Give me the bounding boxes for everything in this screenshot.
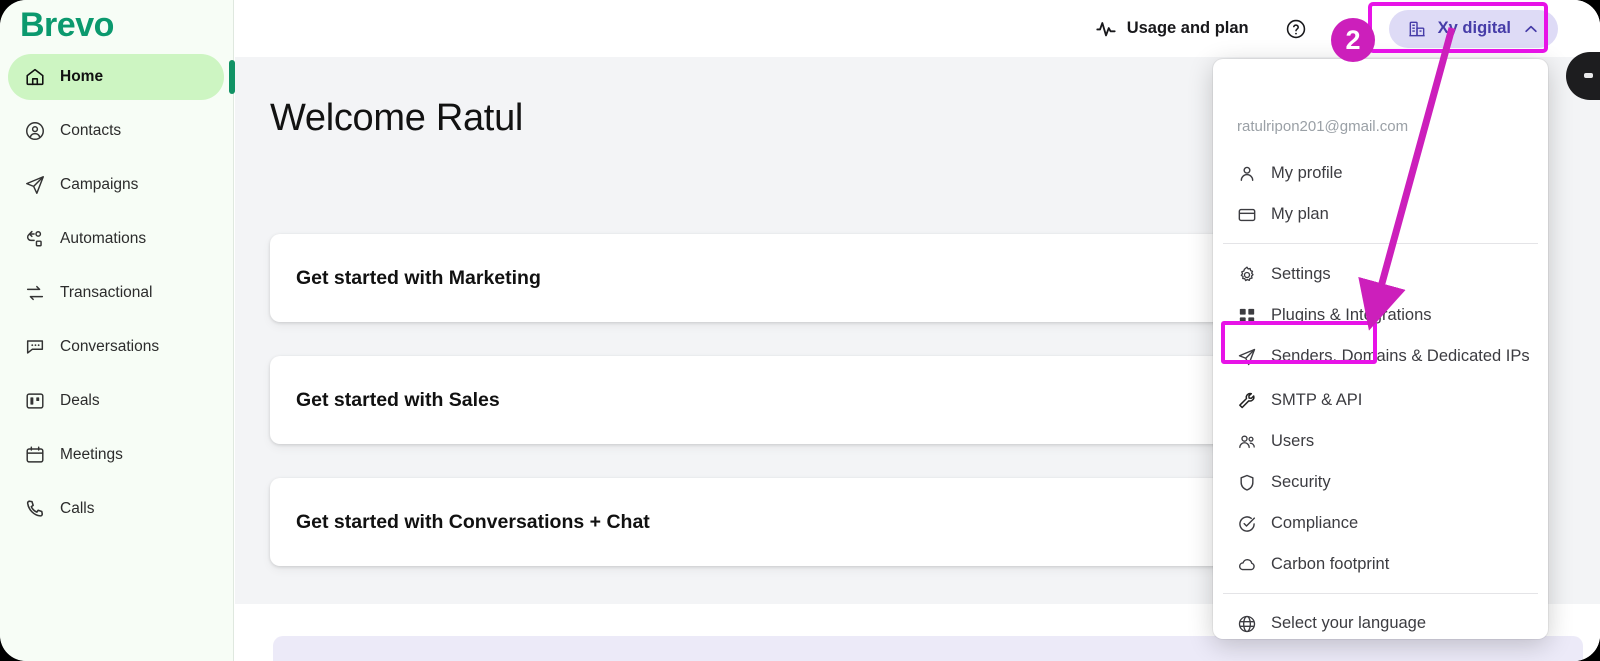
menu-item-label: Select your language <box>1271 614 1427 632</box>
menu-item-label: Security <box>1271 473 1331 491</box>
highlight-box-smtp-api <box>1221 321 1377 364</box>
menu-item-label: Carbon footprint <box>1271 555 1390 573</box>
cloud-icon <box>1237 555 1257 575</box>
sidebar-item-contacts[interactable]: Contacts <box>8 108 224 154</box>
menu-divider <box>1223 243 1538 244</box>
account-email-label: ratulripon201@gmail.com <box>1237 118 1409 135</box>
get-started-card[interactable]: Get started with Marketing <box>270 234 1235 322</box>
menu-item-my-profile[interactable]: My profile <box>1213 153 1548 194</box>
brevo-app-window: Brevo Home Contacts Campaigns Automation… <box>0 0 1600 661</box>
deals-icon <box>24 390 46 412</box>
sidebar-item-automations[interactable]: Automations <box>8 216 224 262</box>
meetings-icon <box>24 444 46 466</box>
menu-item-label: Compliance <box>1271 514 1359 532</box>
sidebar-item-deals[interactable]: Deals <box>8 378 224 424</box>
sidebar-item-label: Deals <box>60 392 100 409</box>
usage-and-plan-button[interactable]: Usage and plan <box>1095 18 1249 40</box>
get-started-card[interactable]: Get started with Conversations + Chat <box>270 478 1235 566</box>
sidebar-item-label: Contacts <box>60 122 122 139</box>
sidebar: Brevo Home Contacts Campaigns Automation… <box>0 0 234 661</box>
credit-card-icon <box>1237 205 1257 225</box>
active-nav-indicator <box>229 60 235 94</box>
sidebar-item-home[interactable]: Home <box>8 54 224 100</box>
calls-icon <box>24 498 46 520</box>
transactional-icon <box>24 282 46 304</box>
menu-item-my-plan[interactable]: My plan <box>1213 194 1548 235</box>
person-icon <box>1237 164 1257 184</box>
card-title: Get started with Sales <box>296 388 500 411</box>
menu-item-label: My plan <box>1271 205 1329 223</box>
sidebar-item-label: Automations <box>60 230 147 247</box>
sidebar-item-label: Transactional <box>60 284 153 301</box>
handle-dot-icon <box>1584 73 1593 78</box>
sidebar-item-label: Calls <box>60 500 95 517</box>
menu-divider <box>1223 593 1538 594</box>
gear-icon <box>1237 265 1257 285</box>
card-title: Get started with Conversations + Chat <box>296 510 650 533</box>
help-circle-icon[interactable] <box>1285 18 1307 40</box>
conversations-icon <box>24 336 46 358</box>
activity-pulse-icon <box>1095 18 1117 40</box>
home-icon <box>24 66 46 88</box>
menu-item-label: Users <box>1271 432 1315 450</box>
usage-and-plan-label: Usage and plan <box>1126 19 1249 37</box>
check-circle-icon <box>1237 514 1257 534</box>
campaigns-icon <box>24 174 46 196</box>
step-badge: 2 <box>1331 18 1375 62</box>
contacts-icon <box>24 120 46 142</box>
page-title: Welcome Ratul <box>270 97 524 139</box>
automations-icon <box>24 228 46 250</box>
menu-item-select-language[interactable]: Select your language <box>1213 603 1548 639</box>
users-group-icon <box>1237 432 1257 452</box>
menu-item-carbon-footprint[interactable]: Carbon footprint <box>1213 544 1548 585</box>
highlight-box-workspace-pill <box>1368 2 1548 53</box>
menu-item-settings[interactable]: Settings <box>1213 254 1548 295</box>
sidebar-item-campaigns[interactable]: Campaigns <box>8 162 224 208</box>
menu-item-compliance[interactable]: Compliance <box>1213 503 1548 544</box>
menu-item-security[interactable]: Security <box>1213 462 1548 503</box>
card-title: Get started with Marketing <box>296 266 541 289</box>
menu-item-smtp-api[interactable]: SMTP & API <box>1213 380 1548 421</box>
menu-item-label: My profile <box>1271 164 1343 182</box>
menu-item-label: SMTP & API <box>1271 391 1363 409</box>
globe-icon <box>1237 614 1257 634</box>
sidebar-item-label: Conversations <box>60 338 160 355</box>
sidebar-item-label: Home <box>60 68 104 85</box>
sidebar-item-transactional[interactable]: Transactional <box>8 270 224 316</box>
sidebar-item-meetings[interactable]: Meetings <box>8 432 224 478</box>
sidebar-item-calls[interactable]: Calls <box>8 486 224 532</box>
wrench-icon <box>1237 391 1257 411</box>
sidebar-item-label: Campaigns <box>60 176 139 193</box>
sidebar-item-label: Meetings <box>60 446 123 463</box>
brevo-logo[interactable]: Brevo <box>20 6 114 45</box>
menu-item-label: Settings <box>1271 265 1331 283</box>
sidebar-item-conversations[interactable]: Conversations <box>8 324 224 370</box>
bottom-promo-panel[interactable] <box>273 636 1583 661</box>
menu-item-users[interactable]: Users <box>1213 421 1548 462</box>
shield-icon <box>1237 473 1257 493</box>
get-started-card[interactable]: Get started with Sales <box>270 356 1235 444</box>
